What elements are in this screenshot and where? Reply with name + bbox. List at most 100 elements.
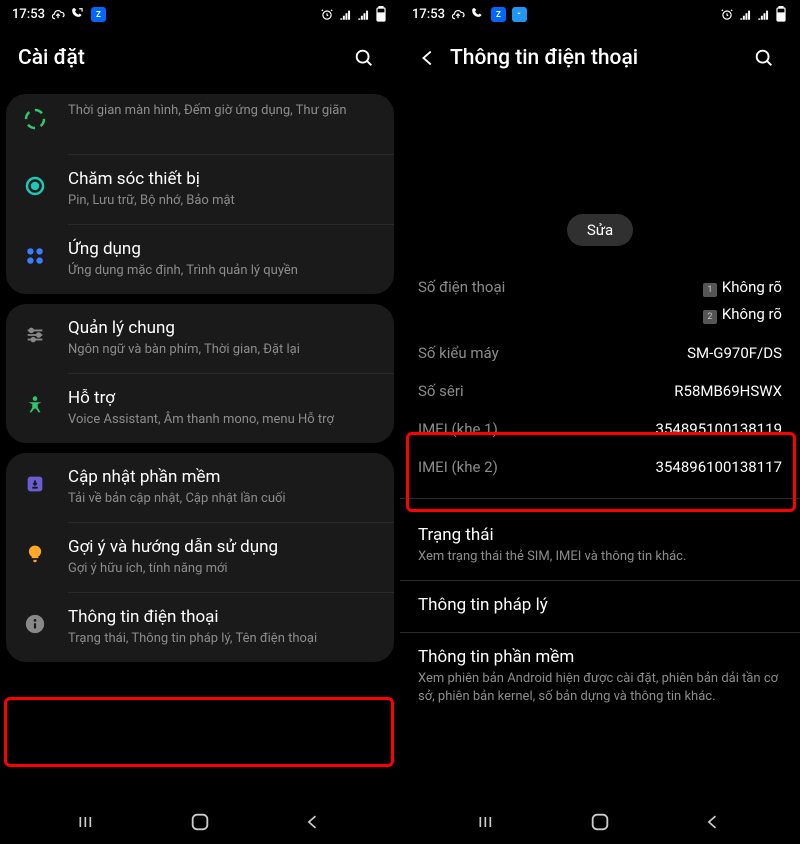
item-title: Quản lý chung [68,318,378,338]
cloud-upload-icon [51,7,65,21]
page-title: Cài đặt [18,46,346,70]
info-label: Số kiểu máy [418,344,499,362]
search-button[interactable] [346,40,382,76]
navbar [0,800,400,844]
app-icon-zalo: Z [491,7,506,22]
section-status[interactable]: Trạng thái Xem trạng thái thẻ SIM, IMEI … [400,511,800,580]
screen-about-phone: 17:53 Z [400,0,800,844]
battery-icon [774,7,788,21]
section-legal[interactable]: Thông tin pháp lý [400,581,800,632]
settings-group-device: Thời gian màn hình, Đếm giờ ứng dụng, Th… [6,94,394,294]
sim-badge-2: 2 [703,310,717,324]
call-fwd-icon [471,7,485,21]
settings-item-devicecare[interactable]: Chăm sóc thiết bị Pin, Lưu trữ, Bộ nhớ, … [6,155,394,224]
settings-item-accessibility[interactable]: Hỗ trợ Voice Assistant, Âm thanh mono, m… [6,374,394,443]
wellbeing-icon [20,104,50,134]
settings-item-general[interactable]: Quản lý chung Ngôn ngữ và bàn phím, Thời… [6,304,394,373]
statusbar: 17:53 Z [400,0,800,28]
nav-recents[interactable] [457,806,517,838]
statusbar-time: 17:53 [412,7,445,22]
section-subtitle: Xem trạng thái thẻ SIM, IMEI và thông ti… [418,548,782,566]
cloud-upload-icon [451,7,465,21]
back-button[interactable] [410,40,446,76]
alarm-icon [320,7,334,21]
item-subtitle: Pin, Lưu trữ, Bộ nhớ, Bảo mật [68,192,378,210]
info-label: IMEI (khe 2) [418,458,498,476]
nav-back[interactable] [683,806,743,838]
item-title: Chăm sóc thiết bị [68,169,378,189]
info-row-serial: Số sêri R58MB69HSWX [400,372,800,410]
settings-item-apps[interactable]: Ứng dụng Ứng dụng mặc định, Trình quản l… [6,225,394,294]
update-icon [20,469,50,499]
info-value-sim2: Không rõ [722,305,782,323]
info-value: SM-G970F/DS [687,344,782,362]
header: Thông tin điện thoại [400,28,800,94]
settings-item-wellbeing[interactable]: Thời gian màn hình, Đếm giờ ứng dụng, Th… [6,94,394,154]
info-value-sim1: Không rõ [722,278,782,296]
page-title: Thông tin điện thoại [450,46,746,70]
info-row-model: Số kiểu máy SM-G970F/DS [400,334,800,372]
info-value: 354896100138117 [656,458,782,476]
nav-home[interactable] [170,806,230,838]
about-content: Sửa Số điện thoại 1 Không rõ 2 Không rõ Số… [400,94,800,800]
app-icon: Z [91,7,106,22]
info-row-phone: Số điện thoại 1 Không rõ 2 Không rõ [400,268,800,334]
edit-button[interactable]: Sửa [567,214,633,246]
header: Cài đặt [0,28,400,94]
nav-home[interactable] [570,806,630,838]
item-title: Hỗ trợ [68,388,378,408]
settings-item-update[interactable]: Cập nhật phần mềm Tải về bản cập nhật, C… [6,453,394,522]
navbar [400,800,800,844]
info-row-imei1: IMEI (khe 1) 354895100138119 [400,410,800,448]
info-label: IMEI (khe 1) [418,420,498,438]
item-subtitle: Gợi ý hữu ích, tính năng mới [68,560,378,578]
nav-back[interactable] [283,806,343,838]
item-subtitle: Voice Assistant, Âm thanh mono, menu Hỗ … [68,411,378,429]
item-title: Thông tin điện thoại [68,607,378,627]
search-button[interactable] [746,40,782,76]
signal-icon-2 [756,7,770,21]
item-subtitle: Thời gian màn hình, Đếm giờ ứng dụng, Th… [68,102,378,120]
battery-icon [374,7,388,21]
general-icon [20,320,50,350]
app-icon-download [512,7,527,22]
info-row-imei2: IMEI (khe 2) 354896100138117 [400,448,800,486]
sim-badge-1: 1 [703,283,717,297]
edit-row: Sửa [400,214,800,246]
alarm-icon [720,7,734,21]
apps-icon [20,241,50,271]
info-icon [20,609,50,639]
item-subtitle: Ngôn ngữ và bàn phím, Thời gian, Đặt lại [68,341,378,359]
info-label: Số điện thoại [418,278,505,296]
settings-group-general: Quản lý chung Ngôn ngữ và bàn phím, Thời… [6,304,394,443]
screen-settings: 17:53 Z Cài đặt [0,0,400,844]
settings-group-about: Cập nhật phần mềm Tải về bản cập nhật, C… [6,453,394,662]
section-subtitle: Xem phiên bản Android hiện được cài đặt,… [418,670,782,706]
section-title: Trạng thái [418,525,782,545]
item-title: Gợi ý và hướng dẫn sử dụng [68,537,378,557]
nav-recents[interactable] [57,806,117,838]
item-subtitle: Ứng dụng mặc định, Trình quản lý quyền [68,262,378,280]
settings-item-tips[interactable]: Gợi ý và hướng dẫn sử dụng Gợi ý hữu ích… [6,523,394,592]
item-subtitle: Trạng thái, Thông tin pháp lý, Tên điện … [68,630,378,648]
item-subtitle: Tải về bản cập nhật, Cập nhật lần cuối [68,490,378,508]
settings-item-about-phone[interactable]: Thông tin điện thoại Trạng thái, Thông t… [6,593,394,662]
statusbar-time: 17:53 [12,7,45,22]
tips-icon [20,539,50,569]
call-fwd-icon [71,7,85,21]
section-title: Thông tin pháp lý [418,595,782,615]
item-title: Ứng dụng [68,239,378,259]
devicecare-icon [20,171,50,201]
signal-icon [338,7,352,21]
settings-list: Thời gian màn hình, Đếm giờ ứng dụng, Th… [0,94,400,800]
info-value: R58MB69HSWX [674,382,782,400]
accessibility-icon [20,390,50,420]
signal-icon [738,7,752,21]
section-software[interactable]: Thông tin phần mềm Xem phiên bản Android… [400,633,800,720]
info-value: 354895100138119 [656,420,782,438]
statusbar: 17:53 Z [0,0,400,28]
section-title: Thông tin phần mềm [418,647,782,667]
info-label: Số sêri [418,382,464,400]
item-title: Cập nhật phần mềm [68,467,378,487]
signal-icon-2 [356,7,370,21]
